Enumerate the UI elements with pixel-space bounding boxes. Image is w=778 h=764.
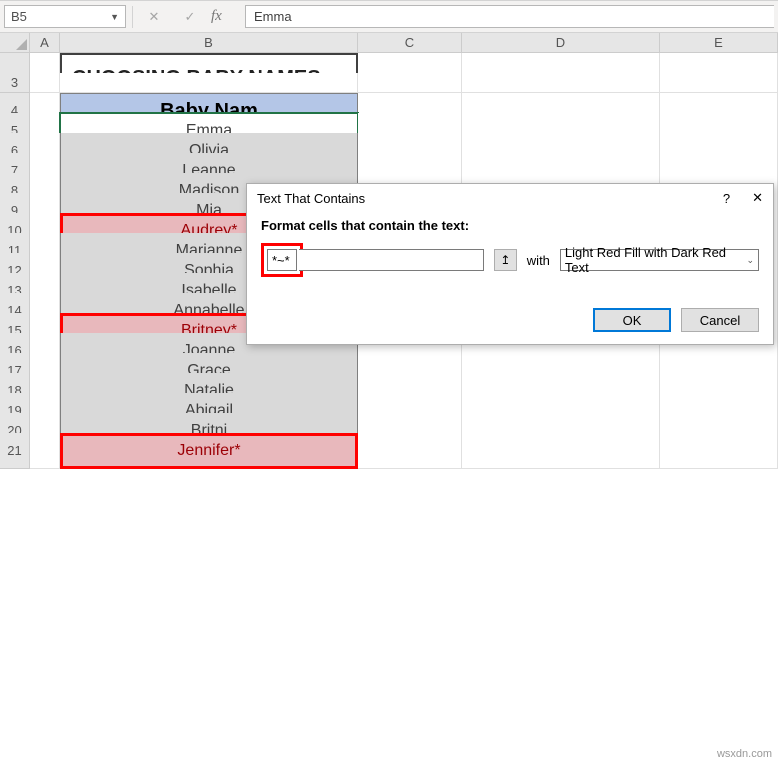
table-row[interactable]: Jennifer* xyxy=(60,433,358,469)
help-icon[interactable]: ? xyxy=(723,191,730,206)
text-that-contains-dialog: Text That Contains ? ✕ Format cells that… xyxy=(246,183,774,345)
cell[interactable] xyxy=(462,73,660,93)
highlight-frame xyxy=(261,243,303,277)
formula-bar-input[interactable]: Emma xyxy=(245,5,774,28)
cell[interactable] xyxy=(660,73,778,93)
cell[interactable] xyxy=(462,433,660,469)
column-header[interactable]: B xyxy=(60,33,358,53)
dialog-body: Format cells that contain the text: ↥ wi… xyxy=(247,212,773,277)
close-icon[interactable]: ✕ xyxy=(752,190,763,206)
cell[interactable] xyxy=(30,73,60,93)
name-box[interactable]: B5 ▼ xyxy=(4,5,126,28)
row-header[interactable]: 3 xyxy=(0,73,30,93)
cancel-formula-icon[interactable]: ✕ xyxy=(139,5,169,28)
cancel-label: Cancel xyxy=(700,313,740,328)
dialog-prompt: Format cells that contain the text: xyxy=(261,218,759,233)
chevron-down-icon[interactable]: ▼ xyxy=(110,12,119,22)
range-selector-icon[interactable]: ↥ xyxy=(494,249,517,271)
enter-formula-icon[interactable]: ✓ xyxy=(175,5,205,28)
separator xyxy=(132,6,133,28)
chevron-down-icon[interactable]: ⌄ xyxy=(746,255,754,266)
column-header[interactable]: A xyxy=(30,33,60,53)
fx-icon[interactable]: fx xyxy=(211,8,239,25)
cell[interactable] xyxy=(358,73,462,93)
dialog-titlebar[interactable]: Text That Contains ? ✕ xyxy=(247,184,773,212)
contains-text-input[interactable] xyxy=(267,249,297,271)
dialog-title: Text That Contains xyxy=(257,191,365,206)
name-box-value: B5 xyxy=(11,9,27,24)
column-header[interactable]: E xyxy=(660,33,778,53)
cell[interactable] xyxy=(30,433,60,469)
formula-bar-row: B5 ▼ ✕ ✓ fx Emma xyxy=(0,0,778,33)
row-header[interactable]: 21 xyxy=(0,433,30,469)
contains-text-input-extra[interactable] xyxy=(299,249,484,271)
formula-bar-value: Emma xyxy=(254,9,292,24)
ok-label: OK xyxy=(623,313,642,328)
cancel-button[interactable]: Cancel xyxy=(681,308,759,332)
cell[interactable] xyxy=(60,73,358,93)
column-header[interactable]: D xyxy=(462,33,660,53)
cell[interactable] xyxy=(660,433,778,469)
watermark: wsxdn.com xyxy=(717,748,772,760)
cell[interactable] xyxy=(358,433,462,469)
ok-button[interactable]: OK xyxy=(593,308,671,332)
with-label: with xyxy=(527,253,550,268)
format-select-value: Light Red Fill with Dark Red Text xyxy=(565,245,747,275)
column-header[interactable]: C xyxy=(358,33,462,53)
select-all-corner[interactable] xyxy=(0,33,30,53)
format-select[interactable]: Light Red Fill with Dark Red Text ⌄ xyxy=(560,249,759,271)
